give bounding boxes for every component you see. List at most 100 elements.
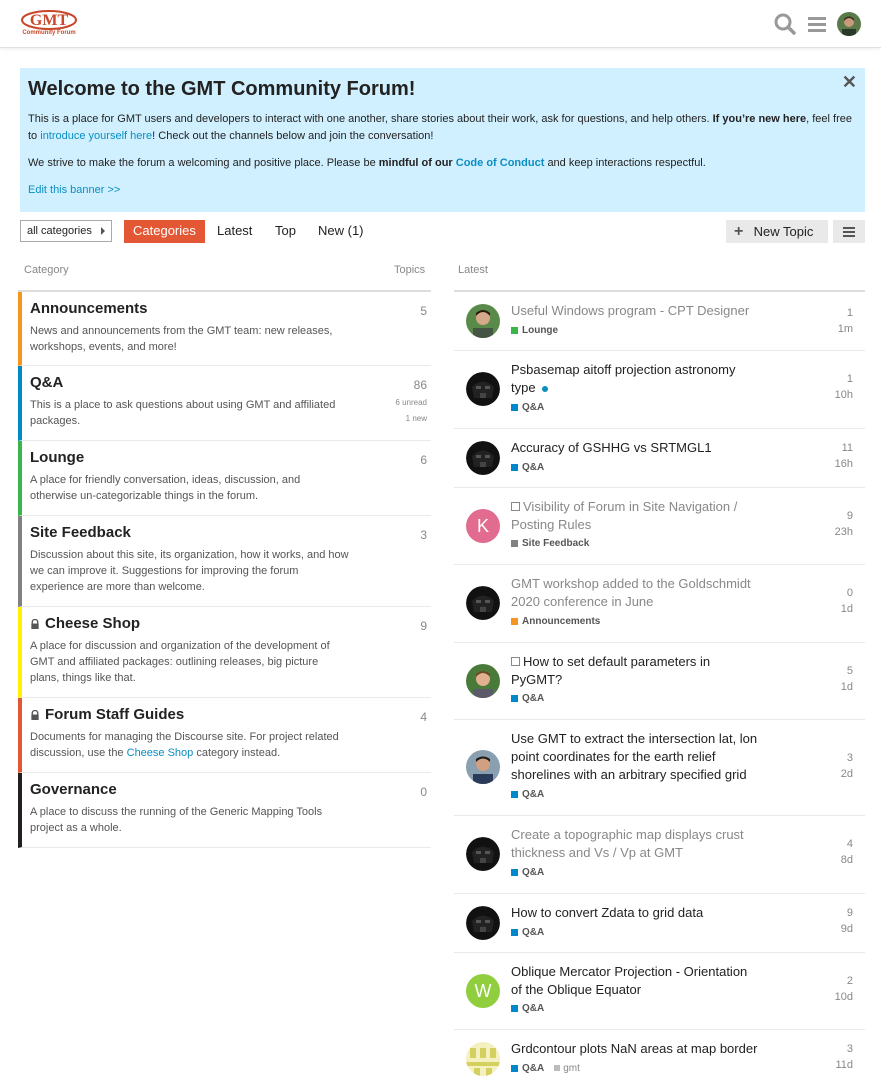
topic-title[interactable]: How to convert Zdata to grid data [511, 904, 761, 922]
topic-category[interactable]: Q&A [511, 402, 544, 413]
topic-title[interactable]: Create a topographic map displays crust … [511, 826, 761, 862]
category-title[interactable]: Governance [30, 781, 423, 798]
topic-category[interactable]: Q&A [511, 789, 544, 800]
darth-vader-avatar[interactable] [466, 906, 500, 940]
tab-categories[interactable]: Categories [124, 220, 205, 243]
topic-row[interactable]: Use GMT to extract the intersection lat,… [454, 720, 865, 816]
activity-age[interactable]: 10d [835, 991, 853, 1003]
category-description: This is a place to ask questions about u… [30, 399, 336, 427]
darth-vader-avatar[interactable] [466, 441, 500, 475]
topic-row[interactable]: GMT workshop added to the Goldschmidt 20… [454, 565, 865, 643]
avatar[interactable] [466, 304, 500, 338]
topic-title[interactable]: Visibility of Forum in Site Navigation /… [511, 498, 761, 534]
topic-tag[interactable]: gmt [554, 1063, 580, 1074]
topic-category[interactable]: Q&A gmt [511, 1063, 580, 1074]
category-title[interactable]: Forum Staff Guides [30, 706, 423, 723]
post-count[interactable]: 0 [847, 587, 853, 599]
activity-age[interactable]: 1m [838, 323, 853, 335]
topic-row[interactable]: Useful Windows program - CPT Designer Lo… [454, 292, 865, 351]
tab-latest[interactable]: Latest [208, 220, 261, 243]
tab-new[interactable]: New (1) [309, 220, 373, 243]
activity-age[interactable]: 1d [841, 681, 853, 693]
topic-title[interactable]: Use GMT to extract the intersection lat,… [511, 730, 761, 784]
darth-vader-avatar[interactable] [466, 837, 500, 871]
post-count[interactable]: 11 [842, 442, 853, 454]
topic-category[interactable]: Announcements [511, 616, 600, 627]
topic-row[interactable]: How to convert Zdata to grid data Q&A 9 … [454, 894, 865, 953]
post-count[interactable]: 4 [847, 838, 853, 850]
avatar[interactable] [466, 664, 500, 698]
category-title[interactable]: Q&A [30, 374, 423, 391]
topic-category[interactable]: Q&A [511, 867, 544, 878]
category-title[interactable]: Site Feedback [30, 524, 423, 541]
topic-title[interactable]: Oblique Mercator Projection - Orientatio… [511, 963, 761, 999]
topic-title[interactable]: Accuracy of GSHHG vs SRTMGL1 [511, 439, 761, 457]
new-count[interactable]: 1 new [406, 414, 427, 423]
post-count[interactable]: 3 [847, 1043, 853, 1055]
post-count[interactable]: 9 [847, 510, 853, 522]
activity-age[interactable]: 10h [835, 389, 853, 401]
topic-title[interactable]: How to set default parameters in PyGMT? [511, 653, 761, 689]
activity-age[interactable]: 2d [841, 768, 853, 780]
category-row-lounge[interactable]: Lounge A place for friendly conversation… [18, 441, 431, 516]
introduce-yourself-link[interactable]: introduce yourself here [40, 130, 152, 142]
unread-count[interactable]: 6 unread [395, 398, 427, 407]
list-toggle-button[interactable] [833, 220, 865, 243]
topic-row[interactable]: Create a topographic map displays crust … [454, 816, 865, 894]
edit-banner-link[interactable]: Edit this banner >> [28, 184, 120, 196]
activity-age[interactable]: 8d [841, 854, 853, 866]
activity-age[interactable]: 23h [835, 526, 853, 538]
activity-age[interactable]: 1d [841, 603, 853, 615]
tab-top[interactable]: Top [266, 220, 305, 243]
activity-age[interactable]: 9d [841, 923, 853, 935]
close-icon[interactable]: ✕ [842, 72, 857, 93]
topic-title[interactable]: GMT workshop added to the Goldschmidt 20… [511, 575, 761, 611]
avatar[interactable]: K [466, 509, 500, 543]
post-count[interactable]: 5 [847, 665, 853, 677]
category-row-announcements[interactable]: Announcements News and announcements fro… [18, 292, 431, 366]
category-title[interactable]: Cheese Shop [30, 615, 423, 632]
topic-title[interactable]: Grdcontour plots NaN areas at map border [511, 1040, 761, 1058]
topic-row[interactable]: How to set default parameters in PyGMT? … [454, 643, 865, 720]
category-row-qa[interactable]: Q&A This is a place to ask questions abo… [18, 366, 431, 441]
topic-row[interactable]: Grdcontour plots NaN areas at map border… [454, 1030, 865, 1080]
post-count[interactable]: 9 [847, 907, 853, 919]
topic-title[interactable]: Psbasemap aitoff projection astronomy ty… [511, 361, 761, 397]
post-count[interactable]: 2 [847, 975, 853, 987]
category-row-governance[interactable]: Governance A place to discuss the runnin… [18, 773, 431, 848]
avatar[interactable] [466, 750, 500, 784]
topic-row[interactable]: Accuracy of GSHHG vs SRTMGL1 Q&A 11 16h [454, 429, 865, 488]
post-count[interactable]: 1 [847, 373, 853, 385]
darth-vader-avatar[interactable] [466, 372, 500, 406]
avatar[interactable] [466, 1042, 500, 1076]
darth-vader-avatar[interactable] [466, 586, 500, 620]
user-avatar[interactable] [837, 12, 861, 36]
category-row-forum-staff-guides[interactable]: Forum Staff Guides Documents for managin… [18, 698, 431, 773]
category-title[interactable]: Lounge [30, 449, 423, 466]
topic-category[interactable]: Q&A [511, 927, 544, 938]
category-title[interactable]: Announcements [30, 300, 423, 317]
topic-category[interactable]: Q&A [511, 693, 544, 704]
new-topic-button[interactable]: + New Topic [726, 220, 828, 243]
topic-category[interactable]: Site Feedback [511, 538, 589, 549]
avatar[interactable]: W [466, 974, 500, 1008]
cheese-shop-link[interactable]: Cheese Shop [127, 747, 194, 759]
category-row-site-feedback[interactable]: Site Feedback Discussion about this site… [18, 516, 431, 607]
activity-age[interactable]: 11d [835, 1059, 853, 1071]
topic-title[interactable]: Useful Windows program - CPT Designer [511, 302, 761, 320]
topic-row[interactable]: Psbasemap aitoff projection astronomy ty… [454, 351, 865, 429]
topic-category[interactable]: Lounge [511, 325, 558, 336]
topic-row[interactable]: K Visibility of Forum in Site Navigation… [454, 488, 865, 565]
topic-category[interactable]: Q&A [511, 462, 544, 473]
hamburger-menu-icon[interactable] [806, 12, 830, 36]
post-count[interactable]: 3 [847, 752, 853, 764]
category-dropdown[interactable]: all categories [20, 220, 112, 242]
activity-age[interactable]: 16h [835, 458, 853, 470]
topic-row[interactable]: W Oblique Mercator Projection - Orientat… [454, 953, 865, 1030]
post-count[interactable]: 1 [847, 307, 853, 319]
code-of-conduct-link[interactable]: Code of Conduct [456, 157, 545, 169]
search-icon[interactable] [773, 12, 797, 36]
topic-category[interactable]: Q&A [511, 1003, 544, 1014]
category-row-cheese-shop[interactable]: Cheese Shop A place for discussion and o… [18, 607, 431, 698]
gmt-logo[interactable]: GMT Community Forum [19, 8, 79, 40]
